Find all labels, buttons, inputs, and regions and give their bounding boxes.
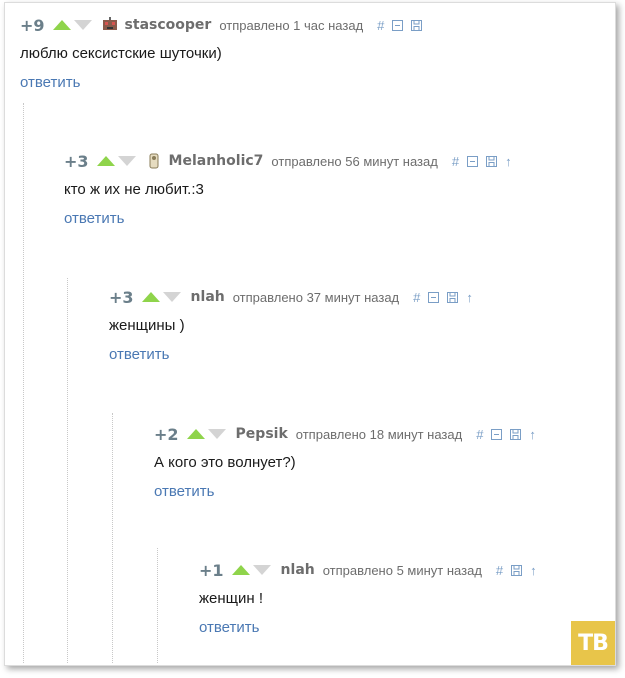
upvote-icon[interactable] — [52, 20, 71, 30]
comment-header: +9 stascooper отправлено 1 час назад # — [20, 15, 423, 35]
comment-score: +3 — [109, 287, 134, 307]
collapse-icon[interactable] — [392, 19, 404, 31]
downvote-icon[interactable] — [73, 20, 92, 30]
thread-line — [67, 278, 68, 663]
watermark-text: ТВ — [578, 630, 609, 656]
collapse-icon[interactable] — [467, 155, 479, 167]
comment-score: +9 — [20, 15, 45, 35]
comment-header: +3 nlah отправлено 37 минут назад # ↑ — [109, 287, 473, 307]
comment-username[interactable]: nlah — [191, 289, 225, 305]
thread-line — [23, 103, 24, 663]
comment-timestamp[interactable]: отправлено 37 минут назад — [233, 290, 399, 305]
upvote-icon[interactable] — [186, 429, 205, 439]
comment-score: +2 — [154, 424, 179, 444]
comment-text: женщин ! — [199, 590, 263, 607]
comment-timestamp[interactable]: отправлено 5 минут назад — [323, 563, 482, 578]
comment-username[interactable]: stascooper — [125, 17, 212, 33]
robot-avatar-icon[interactable] — [102, 17, 118, 33]
save-icon[interactable] — [447, 291, 459, 303]
upvote-icon[interactable] — [141, 292, 160, 302]
link-icon[interactable]: # — [377, 18, 384, 33]
comment-username[interactable]: nlah — [281, 562, 315, 578]
comment: +1 nlah отправлено 5 минут назад # ↑ жен… — [199, 560, 537, 637]
collapse-icon[interactable] — [428, 291, 440, 303]
comment-tools: # ↑ — [413, 290, 473, 305]
downvote-icon[interactable] — [252, 565, 271, 575]
reply-link[interactable]: ответить — [109, 346, 473, 363]
comment-timestamp[interactable]: отправлено 1 час назад — [219, 18, 363, 33]
save-icon[interactable] — [411, 19, 423, 31]
collapse-icon[interactable] — [491, 428, 503, 440]
downvote-icon[interactable] — [207, 429, 226, 439]
link-icon[interactable]: # — [452, 154, 459, 169]
comment: +3 Melanholic7 отправлено 56 минут назад… — [64, 151, 512, 228]
comment-header: +3 Melanholic7 отправлено 56 минут назад… — [64, 151, 512, 171]
reply-link[interactable]: ответить — [154, 483, 536, 500]
reply-link[interactable]: ответить — [64, 210, 512, 227]
comment: +2 Pepsik отправлено 18 минут назад # ↑ … — [154, 424, 536, 501]
comment-score: +1 — [199, 560, 224, 580]
upvote-icon[interactable] — [96, 156, 115, 166]
comment-tools: # ↑ — [476, 427, 536, 442]
reply-link[interactable]: ответить — [199, 619, 537, 636]
comment-text: кто ж их не любит.:3 — [64, 181, 204, 198]
comment-tools: # ↑ — [452, 154, 512, 169]
parent-arrow-icon[interactable]: ↑ — [505, 154, 512, 169]
comment: +9 stascooper отправлено 1 час назад # л… — [20, 15, 423, 91]
comment-score: +3 — [64, 151, 89, 171]
save-icon[interactable] — [510, 428, 522, 440]
link-icon[interactable]: # — [476, 427, 483, 442]
link-icon[interactable]: # — [496, 563, 503, 578]
downvote-icon[interactable] — [117, 156, 136, 166]
parent-arrow-icon[interactable]: ↑ — [466, 290, 473, 305]
link-icon[interactable]: # — [413, 290, 420, 305]
thread-line — [112, 413, 113, 663]
comment-username[interactable]: Pepsik — [236, 426, 288, 442]
figure-avatar-icon[interactable] — [146, 153, 162, 169]
comment-username[interactable]: Melanholic7 — [169, 153, 264, 169]
save-icon[interactable] — [486, 155, 498, 167]
comment-header: +1 nlah отправлено 5 минут назад # ↑ — [199, 560, 537, 580]
upvote-icon[interactable] — [231, 565, 250, 575]
comment-tools: # ↑ — [496, 563, 537, 578]
parent-arrow-icon[interactable]: ↑ — [529, 427, 536, 442]
reply-link[interactable]: ответить — [20, 74, 422, 91]
thread-line — [157, 548, 158, 663]
downvote-icon[interactable] — [162, 292, 181, 302]
save-icon[interactable] — [511, 564, 523, 576]
parent-arrow-icon[interactable]: ↑ — [530, 563, 537, 578]
comment-text: люблю сексистские шуточки) — [20, 45, 222, 62]
comment-text: женщины ) — [109, 317, 185, 334]
comment-text: А кого это волнует?) — [154, 454, 296, 471]
comment-thread: +9 stascooper отправлено 1 час назад # л… — [4, 2, 616, 666]
comment-timestamp[interactable]: отправлено 56 минут назад — [271, 154, 437, 169]
comment-tools: # — [377, 18, 423, 33]
comment-header: +2 Pepsik отправлено 18 минут назад # ↑ — [154, 424, 536, 444]
comment: +3 nlah отправлено 37 минут назад # ↑ же… — [109, 287, 473, 364]
watermark-logo: ТВ — [571, 621, 615, 665]
comment-timestamp[interactable]: отправлено 18 минут назад — [296, 427, 462, 442]
